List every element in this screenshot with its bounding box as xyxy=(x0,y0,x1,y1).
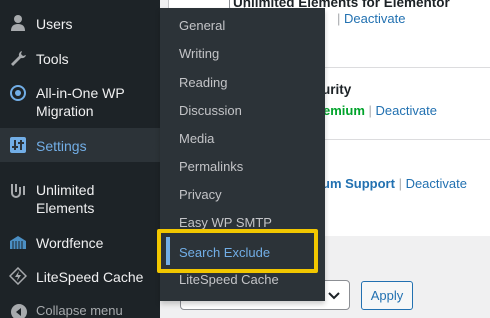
plugin-actions: emium | Deactivate xyxy=(323,103,437,118)
sidebar-item-label: Users xyxy=(36,16,73,32)
sidebar-item-wordfence[interactable]: Wordfence xyxy=(0,233,160,253)
migration-icon xyxy=(10,85,26,101)
wrench-icon xyxy=(11,51,26,66)
submenu-item-discussion[interactable]: Discussion xyxy=(179,103,242,119)
submenu-item-permalinks[interactable]: Permalinks xyxy=(179,159,243,175)
premium-label: emium xyxy=(323,103,365,118)
sidebar-item-label-line2: Elements xyxy=(36,200,95,216)
sidebar-item-all-in-one-wp-migration[interactable]: All-in-One WP Migration xyxy=(0,84,160,120)
sidebar-item-label-line2: Migration xyxy=(36,103,94,119)
submenu-item-privacy[interactable]: Privacy xyxy=(179,187,222,203)
wordfence-icon xyxy=(10,236,26,249)
deactivate-link[interactable]: Deactivate xyxy=(376,103,437,118)
deactivate-link[interactable]: Deactivate xyxy=(344,11,405,26)
settings-sliders-icon xyxy=(10,137,26,153)
support-link[interactable]: um Support xyxy=(322,176,395,191)
sidebar-item-label: LiteSpeed Cache xyxy=(36,269,144,285)
sidebar-item-unlimited-elements[interactable]: Unlimited Elements xyxy=(0,180,160,216)
plugin-actions: um Support | Deactivate xyxy=(322,176,467,191)
sidebar-item-label: Settings xyxy=(36,138,87,154)
sidebar-item-litespeed-cache[interactable]: LiteSpeed Cache xyxy=(0,267,160,287)
sidebar-item-label: Tools xyxy=(36,51,69,67)
sidebar-item-users[interactable]: Users xyxy=(0,14,160,34)
litespeed-icon xyxy=(9,267,27,285)
submenu-item-general[interactable]: General xyxy=(179,18,225,34)
submenu-item-media[interactable]: Media xyxy=(179,131,214,147)
unlimited-elements-icon xyxy=(11,184,25,198)
sidebar-item-settings[interactable]: Settings xyxy=(0,136,160,156)
sidebar-item-tools[interactable]: Tools xyxy=(0,49,160,69)
admin-sidebar: Users Tools All-in-One WP Migration Sett… xyxy=(0,0,160,318)
apply-button[interactable]: Apply xyxy=(361,281,413,310)
sidebar-item-label-line1: Unlimited xyxy=(36,182,95,198)
chevron-down-icon xyxy=(328,292,340,300)
submenu-pointer xyxy=(152,139,160,155)
plugin-actions: | Deactivate xyxy=(337,11,406,26)
highlight-box xyxy=(157,229,318,273)
collapse-menu-button[interactable]: Collapse menu xyxy=(36,303,123,318)
collapse-icon[interactable] xyxy=(10,303,28,318)
submenu-item-reading[interactable]: Reading xyxy=(179,75,227,91)
plugin-title: urity xyxy=(322,82,352,97)
sidebar-item-label: Wordfence xyxy=(36,235,104,251)
submenu-item-writing[interactable]: Writing xyxy=(179,46,219,62)
users-icon xyxy=(11,15,25,31)
submenu-item-litespeed-cache[interactable]: LiteSpeed Cache xyxy=(179,272,279,288)
sidebar-item-label-line1: All-in-One WP xyxy=(36,85,125,101)
deactivate-link[interactable]: Deactivate xyxy=(406,176,467,191)
